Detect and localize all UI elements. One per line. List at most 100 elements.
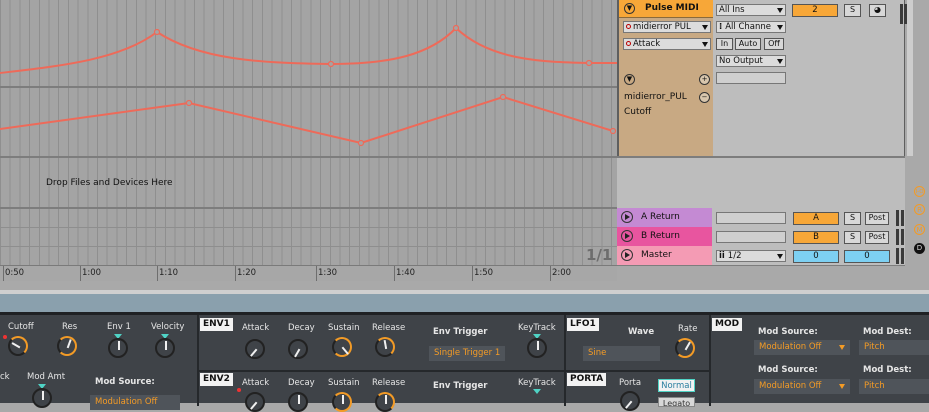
- ruler-filler: [617, 265, 929, 290]
- env1-amount-knob[interactable]: [108, 338, 128, 358]
- monitor-auto-button[interactable]: Auto: [735, 38, 761, 50]
- cutoff-label: Cutoff: [8, 322, 34, 332]
- lane-separator: [0, 227, 617, 228]
- env1-tag: ENV1: [200, 318, 233, 331]
- automation-lanes[interactable]: [0, 0, 617, 156]
- return-b-post[interactable]: Post: [865, 231, 889, 244]
- ruler-label: 0:50: [5, 268, 25, 278]
- return-track-a[interactable]: A Return A S Post: [617, 208, 905, 228]
- add-lane-icon[interactable]: +: [699, 74, 710, 85]
- porta-legato-button[interactable]: Legato: [658, 397, 695, 407]
- mod-source-select-1[interactable]: Modulation Off: [754, 340, 850, 355]
- track-activator-button[interactable]: 2: [792, 4, 838, 17]
- cutoff-knob[interactable]: [8, 336, 28, 356]
- mod-source-select-2[interactable]: Modulation Off: [754, 379, 850, 394]
- input-type-select[interactable]: All Ins: [716, 4, 786, 16]
- return-a-post[interactable]: Post: [865, 212, 889, 225]
- return-track-b-header[interactable]: B Return: [617, 227, 712, 246]
- drop-zone-mixer[interactable]: [617, 156, 905, 212]
- return-b-activator[interactable]: B: [793, 231, 839, 244]
- track-header-pulse-midi[interactable]: ▼ Pulse MIDI midierror PUL Attack ▼ + mi…: [617, 0, 716, 156]
- center-marker-icon: [533, 389, 541, 394]
- mixer-toggle-icon[interactable]: M: [914, 224, 925, 235]
- env1-attack-knob[interactable]: [245, 339, 265, 359]
- mod-dest-select-2[interactable]: Pitch: [859, 379, 929, 394]
- return-track-b[interactable]: B Return B S Post: [617, 227, 905, 247]
- env1-attack-label: Attack: [242, 323, 270, 333]
- master-track[interactable]: Master ii 1/2 0 0: [617, 246, 905, 266]
- automation-parameter-label: Cutoff: [624, 107, 652, 117]
- io-toggle-icon[interactable]: I-O: [914, 186, 925, 197]
- midi-control-select[interactable]: Attack: [623, 38, 711, 50]
- meter-icon: [904, 4, 907, 24]
- arrangement-view[interactable]: Drop Files and Devices Here 1/1: [0, 0, 617, 265]
- solo-button[interactable]: S: [844, 4, 861, 17]
- env2-tag: ENV2: [200, 373, 233, 386]
- output-select[interactable]: No Output: [716, 55, 786, 67]
- lane-separator: [0, 207, 617, 209]
- output-channel-field[interactable]: [716, 72, 786, 84]
- return-b-output-field[interactable]: [716, 231, 786, 243]
- env1-release-knob[interactable]: [375, 337, 395, 357]
- master-output-select[interactable]: ii 1/2: [716, 250, 786, 262]
- porta-knob[interactable]: [620, 391, 640, 411]
- env2-release-label: Release: [372, 378, 406, 388]
- mod-amt-label: Mod Amt: [27, 372, 66, 382]
- play-icon[interactable]: [621, 211, 633, 223]
- time-ruler[interactable]: 0:50 1:00 1:10 1:20 1:30 1:40 1:50 2:00: [0, 265, 617, 281]
- ruler-label: 1:40: [396, 268, 416, 278]
- monitor-in-button[interactable]: In: [716, 38, 733, 50]
- arm-icon[interactable]: ◕: [869, 4, 886, 17]
- env1-sustain-knob[interactable]: [332, 337, 352, 357]
- section-divider: [197, 315, 199, 406]
- track-title-bar[interactable]: ▼ Pulse MIDI: [619, 0, 715, 18]
- delay-toggle-icon[interactable]: D: [914, 243, 925, 254]
- lfo1-rate-knob[interactable]: [675, 338, 695, 358]
- env1-sustain-label: Sustain: [328, 323, 360, 333]
- page-counter: 1/1: [586, 246, 613, 264]
- mod-amt-knob[interactable]: [32, 388, 52, 408]
- return-b-solo[interactable]: S: [844, 231, 861, 244]
- return-a-output-field[interactable]: [716, 212, 786, 224]
- env2-sustain-knob[interactable]: [332, 392, 352, 412]
- master-track-header[interactable]: Master: [617, 246, 712, 265]
- mod-source-label-2: Mod Source:: [758, 365, 818, 375]
- meter-icon: [901, 210, 904, 226]
- monitor-off-button[interactable]: Off: [764, 38, 784, 50]
- master-pan[interactable]: 0: [844, 250, 890, 263]
- env1-release-label: Release: [372, 323, 406, 333]
- env1-trigger-select[interactable]: Single Trigger 1: [429, 346, 505, 361]
- lfo1-wave-select[interactable]: Sine: [583, 346, 660, 361]
- lane-fold-icon[interactable]: ▼: [624, 74, 635, 85]
- automation-indicator-icon: [3, 335, 7, 339]
- meter-icon: [896, 248, 899, 264]
- env1-decay-knob[interactable]: [288, 339, 308, 359]
- mod-dest-select-1[interactable]: Pitch: [859, 340, 929, 355]
- scroll-track[interactable]: [907, 0, 913, 156]
- env2-attack-knob[interactable]: [245, 392, 265, 412]
- velocity-knob[interactable]: [155, 338, 175, 358]
- env2-decay-knob[interactable]: [288, 392, 308, 412]
- fold-toggle-icon[interactable]: ▼: [624, 3, 635, 14]
- env1-keytrack-knob[interactable]: [527, 338, 547, 358]
- ruler-label: 1:10: [159, 268, 179, 278]
- mod-source-value-2: Modulation Off: [759, 381, 822, 391]
- return-track-b-name: B Return: [641, 231, 680, 241]
- play-icon[interactable]: [621, 230, 633, 242]
- io-section: All Ins ⁞ All Channe In Auto Off No Outp…: [713, 0, 790, 156]
- view-splitter[interactable]: [0, 290, 929, 312]
- res-knob[interactable]: [57, 336, 77, 356]
- master-volume[interactable]: 0: [793, 250, 839, 263]
- return-a-activator[interactable]: A: [793, 212, 839, 225]
- remove-lane-icon[interactable]: −: [699, 92, 710, 103]
- play-icon[interactable]: [621, 249, 633, 261]
- env2-release-knob[interactable]: [375, 392, 395, 412]
- porta-mode-button[interactable]: Normal: [658, 379, 695, 392]
- input-channel-select[interactable]: ⁞ All Channe: [716, 21, 786, 33]
- lane-separator: [0, 86, 617, 88]
- return-track-a-header[interactable]: A Return: [617, 208, 712, 227]
- returns-toggle-icon[interactable]: R: [914, 204, 925, 215]
- midi-from-select[interactable]: midierror PUL: [623, 21, 711, 33]
- mod-dest-label-2: Mod Dest:: [863, 365, 912, 375]
- return-a-solo[interactable]: S: [844, 212, 861, 225]
